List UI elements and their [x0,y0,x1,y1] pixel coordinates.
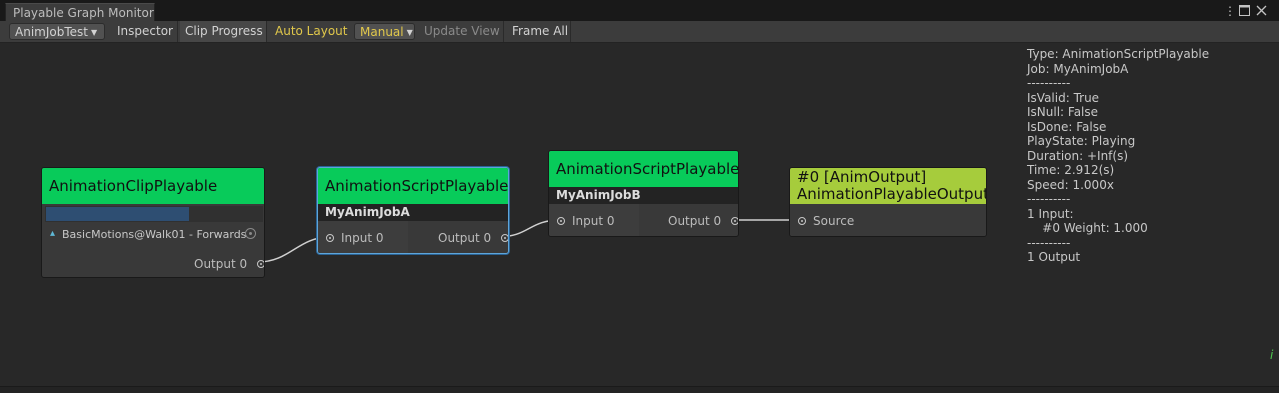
node-title-line1: #0 [AnimOutput] [797,168,927,186]
auto-layout-toggle[interactable]: Auto Layout [270,21,350,42]
port-connector-icon[interactable] [730,216,738,225]
animation-output-node[interactable]: #0 [AnimOutput] AnimationPlayableOutput … [789,167,987,237]
clip-asset-label: BasicMotions@Walk01 - Forwards [62,228,247,241]
frame-all-button[interactable]: Frame All [507,21,571,42]
output-port-label: Output 0 [438,231,492,245]
output-port-label: Output 0 [194,257,248,271]
info-line: Speed: 1.000x [1027,177,1114,192]
maximize-icon[interactable] [1239,4,1250,20]
inspector-info-panel: Type: AnimationScriptPlayable Job: MyAnim… [1027,47,1209,265]
info-line: 1 Input: [1027,206,1074,221]
info-line: IsValid: True [1027,90,1100,105]
info-line: Time: 2.912(s) [1027,163,1115,177]
port-connector-icon[interactable] [557,216,565,225]
input-port[interactable]: Input 0 [557,213,615,229]
inspector-button[interactable]: Inspector [112,21,178,42]
layout-mode-dropdown[interactable]: Manual ▼ [354,23,415,40]
info-line: ---------- [1027,192,1071,206]
clip-asset-row[interactable]: ▴ BasicMotions@Walk01 - Forwards [42,225,264,245]
animation-clip-icon: ▴ [50,228,56,239]
info-line: #0 Weight: 1.000 [1027,221,1148,235]
output-port[interactable]: Output 0 [194,256,264,272]
chevron-down-icon: ▼ [406,28,413,37]
layout-mode-label: Manual [360,25,404,39]
object-picker-icon[interactable] [245,228,256,239]
port-connector-icon[interactable] [256,259,264,268]
chevron-down-icon: ▼ [90,28,98,37]
info-line: 1 Output [1027,250,1081,264]
playable-graph-monitor-window: Playable Graph Monitor ⋮ AnimJobTest ▼ In… [0,0,1279,393]
output-port[interactable]: Output 0 [438,230,508,246]
info-line: IsNull: False [1027,105,1099,119]
clip-progress-track [45,206,263,222]
node-title: #0 [AnimOutput] AnimationPlayableOutput [790,168,986,204]
input-port-label: Source [813,214,855,228]
input-port-label: Input 0 [341,231,384,245]
output-port[interactable]: Output 0 [668,213,738,229]
clip-progress-fill [46,207,189,221]
title-bar: Playable Graph Monitor ⋮ [0,0,1279,22]
info-line: PlayState: Playing [1027,134,1136,148]
kebab-menu-icon[interactable]: ⋮ [1224,3,1236,19]
port-connector-icon[interactable] [798,216,806,225]
info-line: ---------- [1027,76,1071,90]
info-line: ---------- [1027,235,1071,250]
node-title-line2: AnimationPlayableOutput [797,185,987,203]
info-line: Type: AnimationScriptPlayable [1027,47,1210,61]
graph-select-label: AnimJobTest [15,25,88,39]
input-port[interactable]: Source [798,213,854,229]
port-connector-icon[interactable] [500,233,508,242]
node-title: AnimationScriptPlayable [549,151,738,187]
input-port-label: Input 0 [572,214,615,228]
output-port-label: Output 0 [668,214,722,228]
info-line: Job: MyAnimJobA [1027,61,1129,76]
toolbar: AnimJobTest ▼ Inspector Clip Progress Aut… [0,21,1279,43]
script-playable-node-jobB[interactable]: AnimationScriptPlayable MyAnimJobB Input… [548,150,739,237]
port-connector-icon[interactable] [326,233,334,242]
close-icon[interactable] [1256,4,1267,20]
window-tab[interactable]: Playable Graph Monitor [5,3,155,22]
node-title: AnimationClipPlayable [42,168,264,204]
clip-progress-button[interactable]: Clip Progress [180,21,267,42]
scroll-indicator: i [1270,348,1274,362]
info-line: Duration: +Inf(s) [1027,148,1129,163]
update-view-button[interactable]: Update View [419,21,504,42]
input-port[interactable]: Input 0 [326,230,384,246]
node-subtitle: MyAnimJobB [549,187,738,204]
info-line: IsDone: False [1027,119,1107,134]
clip-playable-node[interactable]: AnimationClipPlayable ▴ BasicMotions@Wal… [41,167,265,278]
node-title: AnimationScriptPlayable [318,168,508,204]
graph-select-dropdown[interactable]: AnimJobTest ▼ [9,23,105,40]
script-playable-node-jobA[interactable]: AnimationScriptPlayable MyAnimJobA Input… [317,167,509,254]
node-subtitle: MyAnimJobA [318,204,508,221]
